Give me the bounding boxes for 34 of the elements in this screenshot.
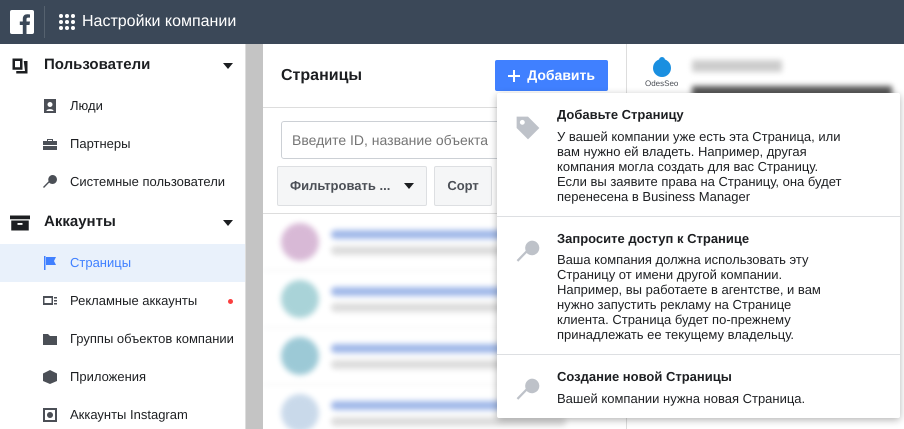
briefcase-icon [42, 136, 58, 152]
tag-icon [515, 115, 541, 141]
menu-item[interactable]: Добавьте Страницу У вашей компании уже есть эта Страница, или вам нужно ей владеть. Например, другая компания могла создать для вас Страницу. Если вы заявите права на Страницу, она будет перенесена в Business Manager [497, 93, 900, 216]
menu-item[interactable]: Создание новой Страницы Вашей компании нужна новая Страница. [497, 355, 900, 418]
sidebar-item[interactable]: Рекламные аккаунты [0, 282, 245, 320]
section-label: Аккаунты [44, 212, 116, 232]
add-button[interactable]: Добавить [495, 60, 608, 91]
caret-icon [404, 181, 414, 191]
logo-caption: OdesSeo [645, 78, 678, 90]
sidebar-item[interactable]: Системные пользователи [0, 163, 245, 201]
plus-icon [508, 70, 520, 82]
sidebar-section-header[interactable]: Пользователи [0, 44, 245, 87]
caret-icon[interactable] [223, 60, 233, 70]
sidebar-item[interactable]: Группы объектов компании [0, 320, 245, 358]
panel-title: Страницы [281, 66, 362, 86]
app-title: Настройки компании [82, 12, 236, 32]
sidebar-item[interactable]: Партнеры [0, 125, 245, 163]
filter-button[interactable]: Фильтровать ... [277, 166, 428, 206]
sidebar-item[interactable]: Приложения [0, 358, 245, 396]
filter-button[interactable]: Сорт [434, 166, 492, 206]
flag-icon [42, 255, 58, 271]
sidebar-item[interactable]: Аккаунты Instagram [0, 396, 245, 429]
menu-item[interactable]: Запросите доступ к Странице Ваша компания должна использовать эту Страницу от имени другой компании. Например, вы работаете в агентстве, и вам нужно запустить рекламу на Странице клиента. Страница будет по-прежнему принадлежать ее текущему владельцу. [497, 216, 900, 355]
section-label: Пользователи [44, 55, 150, 76]
person-icon [42, 98, 58, 114]
sidebar-section-header[interactable]: Аккаунты [0, 201, 245, 244]
facebook-logo-icon[interactable] [10, 10, 34, 34]
apps-grid-icon[interactable] [59, 14, 75, 30]
scrollbar[interactable] [245, 44, 263, 429]
caret-icon[interactable] [223, 218, 233, 228]
folder-icon [42, 331, 58, 347]
archive-icon [10, 212, 30, 232]
sidebar-item[interactable]: Люди [0, 87, 245, 125]
logo-icon [650, 56, 673, 78]
